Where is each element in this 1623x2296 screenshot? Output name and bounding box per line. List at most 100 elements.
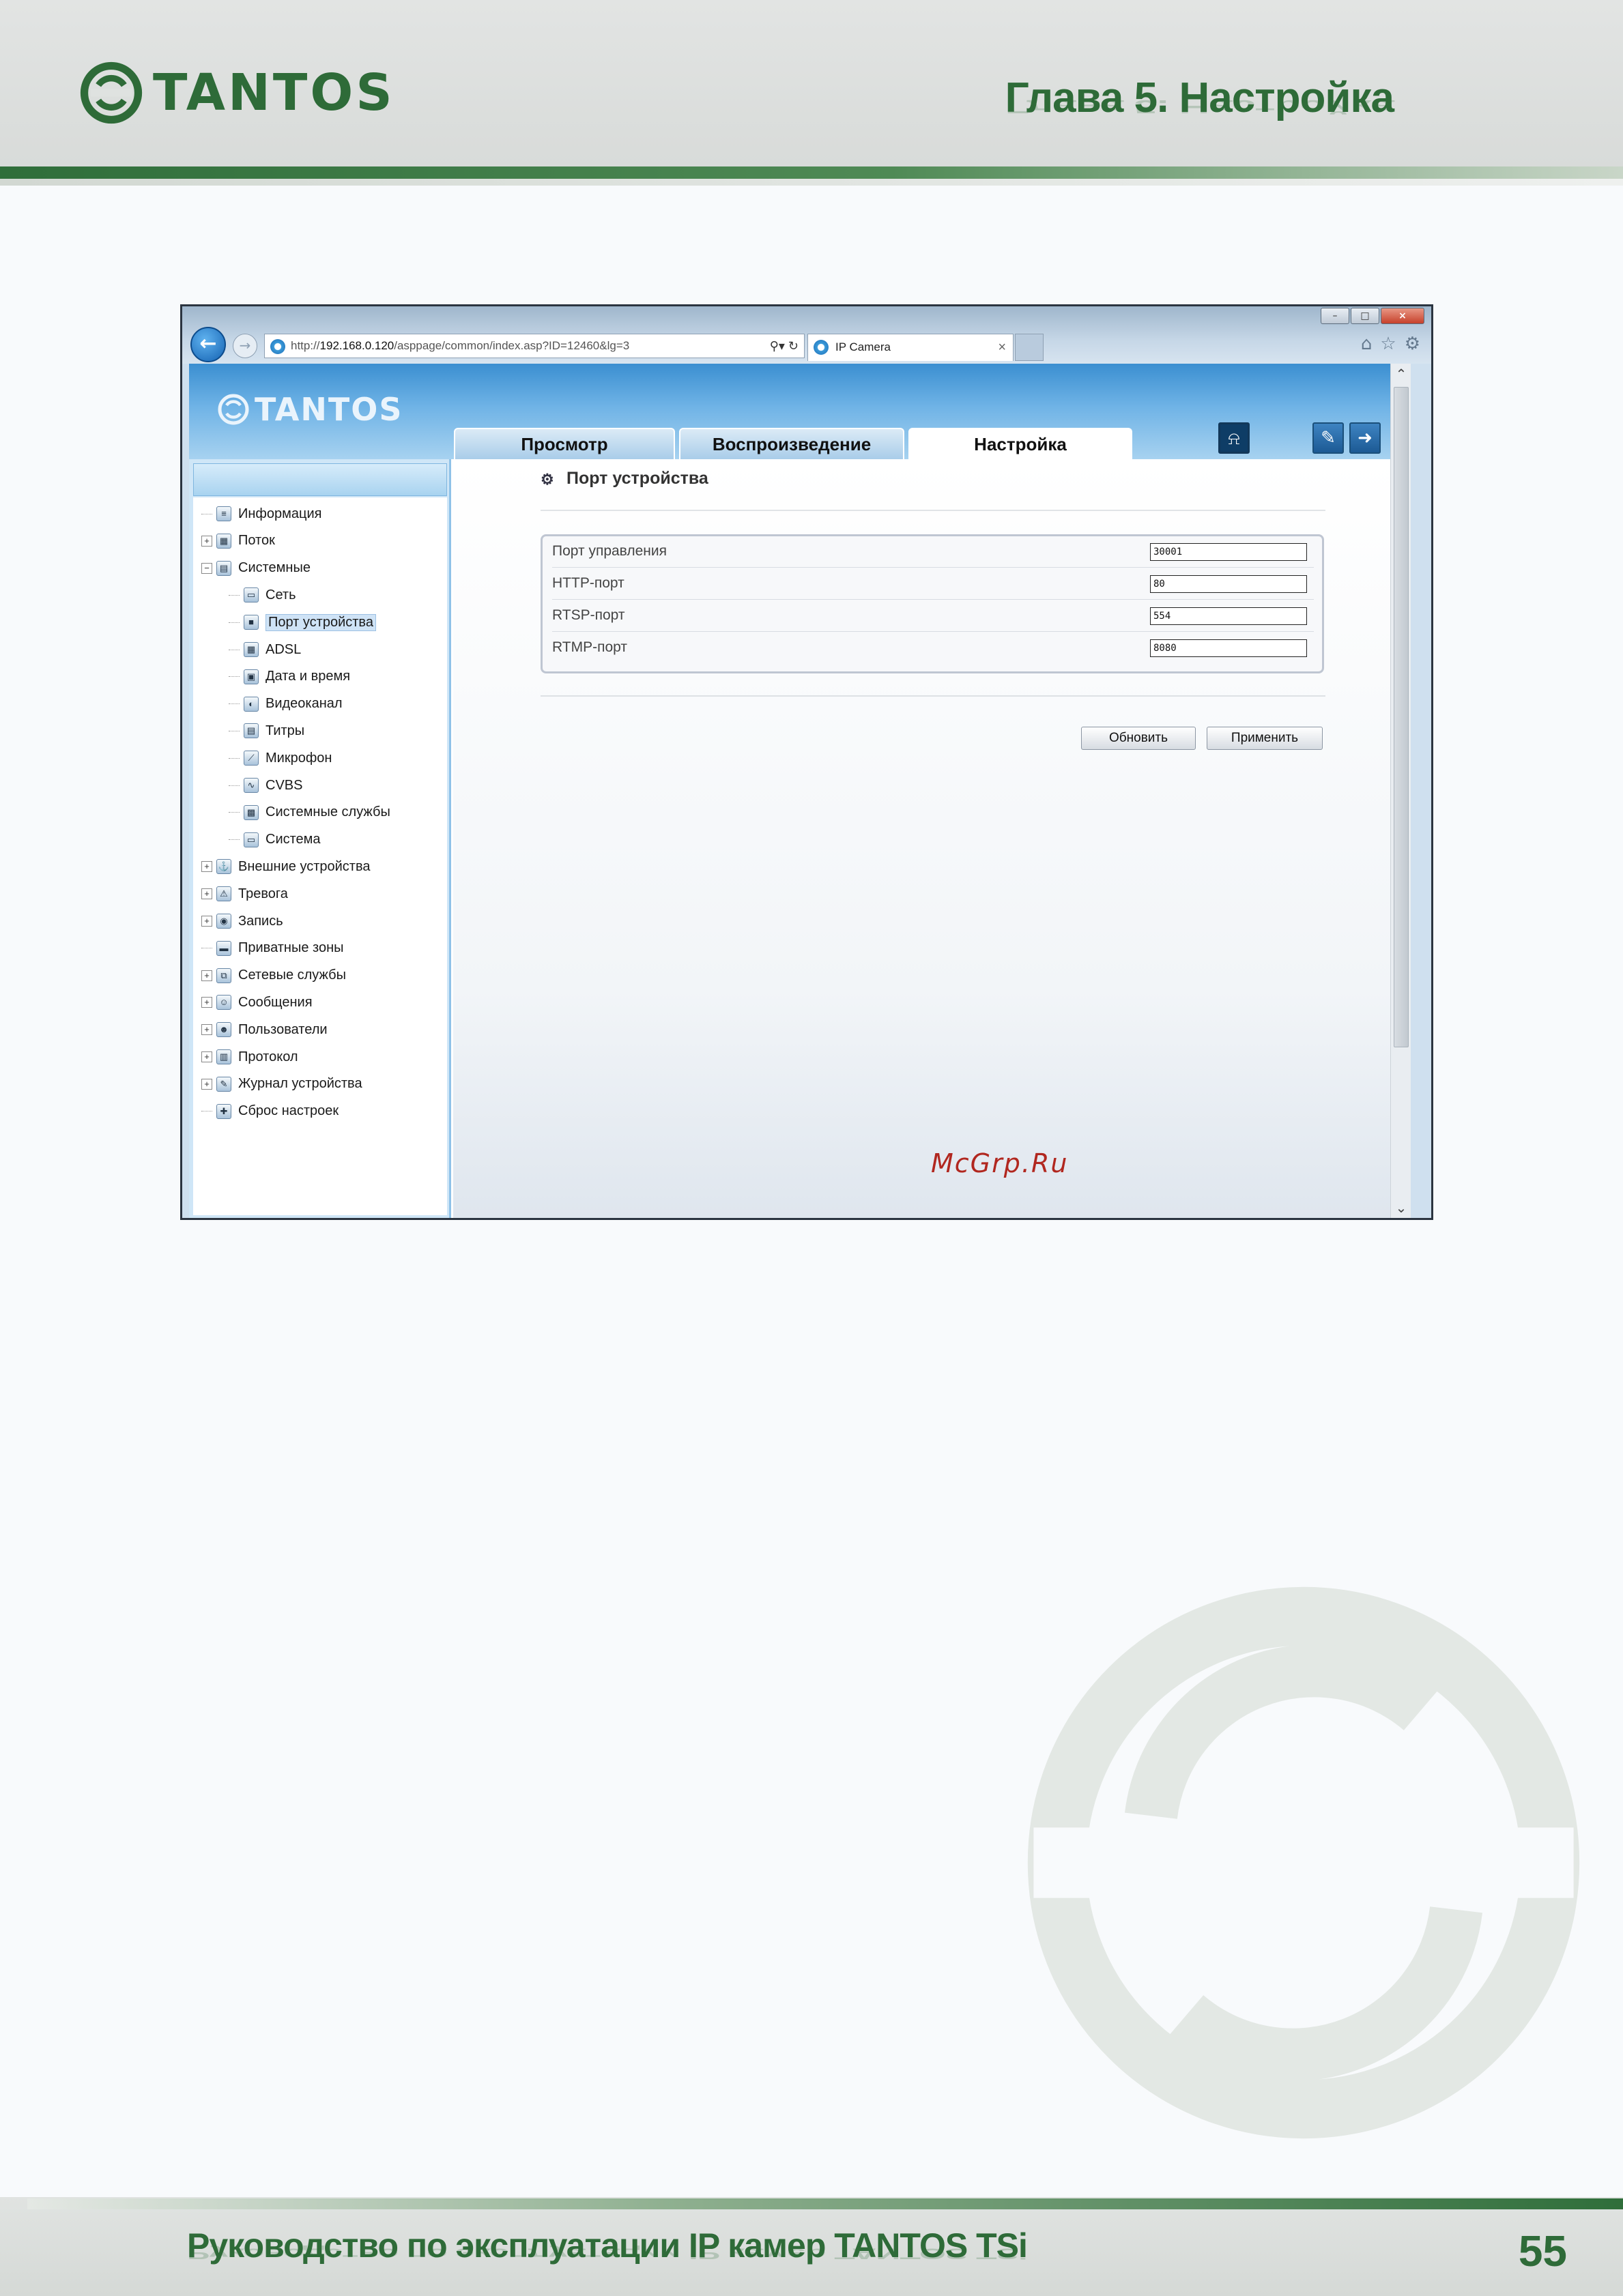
control-port-input[interactable]: 30001 bbox=[1150, 543, 1307, 561]
adsl-icon: ▦ bbox=[244, 642, 259, 657]
star-icon[interactable]: ☆ bbox=[1380, 334, 1396, 354]
sidebar-item[interactable]: + ☻ Пользователи bbox=[201, 1019, 328, 1041]
forward-button[interactable]: → bbox=[233, 334, 257, 358]
tree-connector bbox=[229, 785, 240, 786]
window-controls: – □ × bbox=[1321, 308, 1424, 324]
sidebar-item-label: Титры bbox=[265, 723, 305, 738]
rtmp-port-input[interactable]: 8080 bbox=[1150, 639, 1307, 657]
port-settings-box: Порт управления 30001 HTTP-порт 80 RTSP-… bbox=[541, 534, 1324, 673]
tree-expander-icon[interactable]: + bbox=[201, 1078, 212, 1090]
sidebar-item[interactable]: ▩ Системные службы bbox=[229, 802, 390, 824]
microphone-icon: ⟋ bbox=[244, 751, 259, 766]
minimize-button[interactable]: – bbox=[1321, 308, 1349, 324]
browser-tab[interactable]: IP Camera × bbox=[807, 334, 1014, 361]
rtsp-port-input[interactable]: 554 bbox=[1150, 607, 1307, 625]
sidebar-item[interactable]: + ⧉ Сетевые службы bbox=[201, 965, 346, 987]
tree-expander-icon[interactable]: − bbox=[201, 562, 212, 574]
sidebar-item[interactable]: ✚ Сброс настроек bbox=[201, 1101, 339, 1122]
sidebar-item[interactable]: ◐ Видеоканал bbox=[229, 693, 343, 715]
tab-close-icon[interactable]: × bbox=[998, 334, 1006, 360]
sidebar-item[interactable]: + ✎ Журнал устройства bbox=[201, 1073, 362, 1095]
edit-icon[interactable]: ✎ bbox=[1312, 422, 1344, 454]
close-window-button[interactable]: × bbox=[1381, 308, 1424, 324]
system-folder-icon: ▤ bbox=[216, 560, 231, 576]
reset-icon: ✚ bbox=[216, 1103, 231, 1119]
address-bar[interactable]: http://192.168.0.120/asppage/common/inde… bbox=[264, 334, 805, 358]
gear-icon[interactable]: ⚙ bbox=[1405, 334, 1420, 354]
sidebar-item-label: Журнал устройства bbox=[238, 1076, 362, 1092]
camera-icon: ◐ bbox=[244, 696, 259, 712]
sidebar-item[interactable]: ≡ Информация bbox=[201, 503, 321, 525]
sidebar-item[interactable]: + ▥ Протокол bbox=[201, 1046, 298, 1068]
port-row-rtsp: RTSP-порт 554 bbox=[552, 600, 1314, 632]
tantos-logo-icon bbox=[218, 394, 249, 425]
port-label: HTTP-порт bbox=[552, 575, 624, 591]
header-divider-light bbox=[0, 179, 1623, 186]
tree-expander-icon[interactable]: + bbox=[201, 888, 212, 900]
apply-button[interactable]: Применить bbox=[1207, 727, 1323, 750]
sidebar-item[interactable]: ▤ Титры bbox=[229, 720, 304, 742]
sidebar-item[interactable]: ▭ Сеть bbox=[229, 584, 296, 606]
sidebar-item-label: Порт устройства bbox=[265, 613, 376, 631]
tree-expander-icon[interactable]: + bbox=[201, 916, 212, 927]
tree-expander-icon[interactable]: + bbox=[201, 535, 212, 547]
page-title-text: Порт устройства bbox=[566, 469, 708, 488]
camera-header: TANTOS Просмотр Воспроизведение Настройк… bbox=[189, 364, 1411, 459]
sidebar-item[interactable]: + ◉ Запись bbox=[201, 910, 283, 932]
browser-toolbar: ⌂ ☆ ⚙ bbox=[1361, 334, 1420, 354]
sidebar-item-label: Микрофон bbox=[265, 750, 332, 766]
sidebar-item[interactable]: − ▤ Системные bbox=[201, 557, 311, 579]
tab-playback[interactable]: Воспроизведение bbox=[679, 428, 904, 459]
manual-title-reflection: Руководство по эксплуатации IP камер TAN… bbox=[187, 2245, 1027, 2263]
sidebar-item-label: Сброс настроек bbox=[238, 1103, 339, 1119]
maximize-button[interactable]: □ bbox=[1351, 308, 1379, 324]
camera-logo: TANTOS bbox=[216, 391, 403, 428]
sidebar-item[interactable]: + ▦ Поток bbox=[201, 530, 275, 552]
messages-icon: ☺ bbox=[216, 995, 231, 1011]
address-path: /asppage/common/index.asp?ID=12460&lg=3 bbox=[394, 339, 630, 352]
logout-icon[interactable]: ➜ bbox=[1349, 422, 1381, 454]
scroll-down-icon[interactable]: ⌄ bbox=[1391, 1197, 1411, 1218]
http-port-input[interactable]: 80 bbox=[1150, 575, 1307, 593]
back-button[interactable]: ← bbox=[190, 327, 226, 362]
port-row-control: Порт управления 30001 bbox=[552, 536, 1314, 568]
cvbs-icon: ∿ bbox=[244, 778, 259, 793]
footer-divider bbox=[27, 2198, 1623, 2209]
sidebar-item[interactable]: ▦ ADSL bbox=[229, 639, 301, 660]
tab-view[interactable]: Просмотр bbox=[454, 428, 675, 459]
sidebar-item[interactable]: ∿ CVBS bbox=[229, 774, 302, 796]
search-refresh-icons[interactable]: ⚲▾ ↻ bbox=[770, 334, 799, 358]
tantos-logo-icon bbox=[80, 61, 143, 124]
site-watermark: McGrp.Ru bbox=[931, 1148, 1069, 1178]
sidebar-item[interactable]: + ☺ Сообщения bbox=[201, 991, 313, 1013]
sidebar-item[interactable]: + ⚠ Тревога bbox=[201, 883, 288, 905]
tree-expander-icon[interactable]: + bbox=[201, 1051, 212, 1062]
browser-titlebar: – □ × ← → http://192.168.0.120/asppage/c… bbox=[182, 306, 1431, 364]
address-prefix: http:// bbox=[291, 339, 320, 352]
tab-settings[interactable]: Настройка bbox=[908, 428, 1132, 459]
scroll-up-icon[interactable]: ⌃ bbox=[1391, 364, 1411, 384]
sidebar-item[interactable]: ▭ Система bbox=[229, 829, 321, 851]
tree-connector bbox=[229, 594, 240, 596]
external-devices-icon: ⚓ bbox=[216, 859, 231, 875]
new-tab-button[interactable] bbox=[1015, 334, 1044, 361]
sidebar-item[interactable]: ▬ Приватные зоны bbox=[201, 938, 344, 959]
vertical-scrollbar[interactable]: ⌃ ⌄ bbox=[1390, 364, 1411, 1218]
scroll-thumb[interactable] bbox=[1394, 387, 1409, 1047]
tree-expander-icon[interactable]: + bbox=[201, 1024, 212, 1036]
users-icon: ☻ bbox=[216, 1022, 231, 1038]
tree-expander-icon[interactable]: + bbox=[201, 997, 212, 1008]
refresh-button[interactable]: Обновить bbox=[1081, 727, 1196, 750]
sidebar-item[interactable]: ▣ Дата и время bbox=[229, 666, 350, 688]
tree-expander-icon[interactable]: + bbox=[201, 970, 212, 981]
home-icon[interactable]: ⌂ bbox=[1361, 334, 1373, 354]
alarm-bell-icon[interactable]: ⍾ bbox=[1218, 422, 1250, 454]
header-divider bbox=[0, 166, 1623, 179]
ie-tab-icon bbox=[814, 340, 829, 355]
sidebar-item[interactable]: + ⚓ Внешние устройства bbox=[201, 856, 371, 877]
sidebar-item[interactable]: ■ Порт устройства bbox=[229, 611, 376, 633]
tree-connector bbox=[229, 839, 240, 841]
services-icon: ▩ bbox=[244, 804, 259, 820]
sidebar-item[interactable]: ⟋ Микрофон bbox=[229, 747, 332, 769]
tree-expander-icon[interactable]: + bbox=[201, 861, 212, 873]
